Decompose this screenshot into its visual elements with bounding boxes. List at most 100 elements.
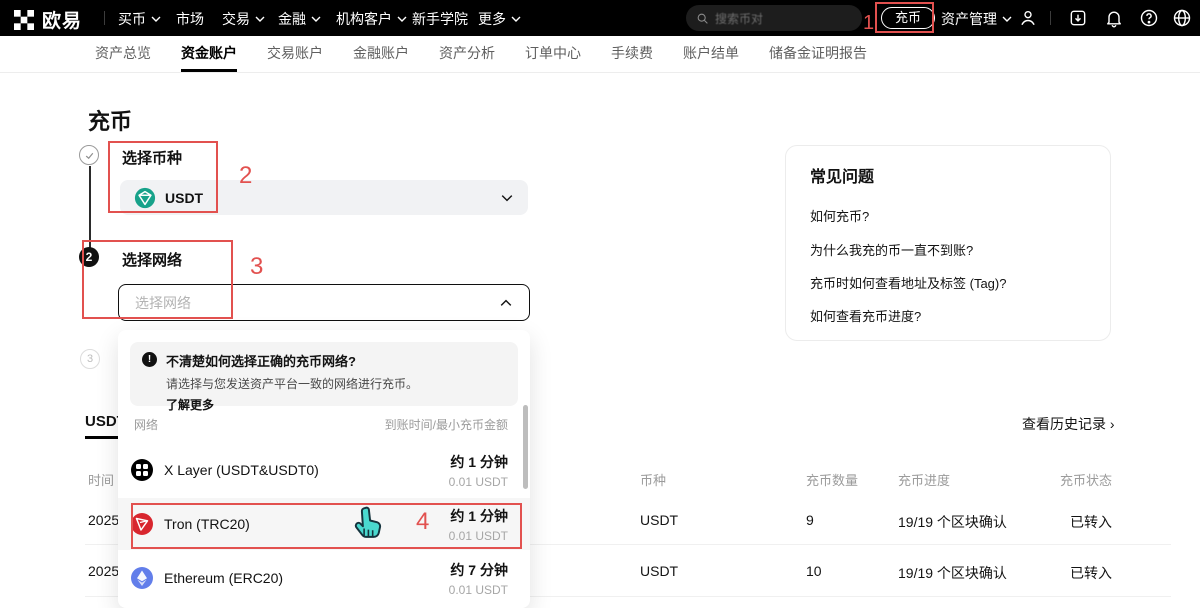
panel-scrollbar[interactable] bbox=[523, 405, 528, 489]
annotation-number-1: 1 bbox=[863, 12, 874, 35]
chevron-down-icon bbox=[511, 16, 521, 22]
network-dropdown-panel: ! 不清楚如何选择正确的充币网络? 请选择与您发送资产平台一致的网络进行充币。 … bbox=[118, 330, 530, 608]
faq-item-how-to-deposit[interactable]: 如何充币? bbox=[810, 206, 869, 225]
xlayer-icon bbox=[130, 458, 154, 482]
step1-label: 选择币种 bbox=[122, 147, 182, 168]
selected-coin-label: USDT bbox=[165, 190, 203, 206]
column-header-progress: 充币进度 bbox=[898, 470, 950, 489]
stepper-connector bbox=[89, 166, 91, 248]
subnav-item-funding-account[interactable]: 资金账户 bbox=[181, 36, 237, 72]
assets-menu[interactable]: 资产管理 bbox=[941, 9, 1012, 29]
history-cell-amount: 10 bbox=[806, 563, 822, 579]
arrival-time: 约 7 分钟 bbox=[449, 560, 508, 580]
network-select-input[interactable]: 选择网络 bbox=[118, 284, 530, 321]
subnav-item-assets-overview[interactable]: 资产总览 bbox=[95, 36, 151, 72]
nav-item-trade[interactable]: 交易 bbox=[222, 9, 265, 29]
nav-item-label: 机构客户 bbox=[336, 9, 392, 29]
network-name: Tron (TRC20) bbox=[164, 516, 250, 532]
faq-item-progress[interactable]: 如何查看充币进度? bbox=[810, 306, 921, 325]
history-cell-coin: USDT bbox=[640, 563, 678, 579]
subnav-item-asset-analysis[interactable]: 资产分析 bbox=[439, 36, 495, 72]
nav-item-institutions[interactable]: 机构客户 bbox=[336, 9, 407, 29]
column-header-time: 时间 bbox=[88, 470, 114, 489]
network-column-header: 网络 bbox=[134, 416, 158, 433]
nav-item-markets[interactable]: 市场 bbox=[176, 9, 204, 29]
profile-icon[interactable] bbox=[1018, 8, 1038, 28]
okx-logo[interactable]: 欧易 bbox=[14, 6, 82, 33]
subnav-item-statements[interactable]: 账户结单 bbox=[683, 36, 739, 72]
search-input[interactable]: 搜索币对 bbox=[686, 5, 862, 31]
step2-label: 选择网络 bbox=[122, 249, 182, 270]
search-icon bbox=[696, 12, 709, 25]
subnav-item-order-center[interactable]: 订单中心 bbox=[525, 36, 581, 72]
step2-number-circle: 2 bbox=[79, 247, 99, 267]
network-name: Ethereum (ERC20) bbox=[164, 570, 283, 586]
network-select-placeholder: 选择网络 bbox=[135, 293, 191, 313]
notice-title: 不清楚如何选择正确的充币网络? bbox=[166, 351, 418, 370]
step1-check-circle bbox=[79, 145, 99, 165]
subnav-item-fees[interactable]: 手续费 bbox=[611, 36, 653, 72]
nav-item-label: 更多 bbox=[478, 9, 506, 29]
time-column-header: 到账时间/最小充币金额 bbox=[385, 416, 508, 433]
chevron-down-icon bbox=[255, 16, 265, 22]
history-cell-progress: 19/19 个区块确认 bbox=[898, 563, 1007, 583]
network-row-ethereum[interactable]: Ethereum (ERC20) 约 7 分钟 0.01 USDT bbox=[118, 552, 530, 604]
history-cell-status: 已转入 bbox=[1022, 563, 1112, 583]
network-row-tron[interactable]: Tron (TRC20) 约 1 分钟 0.01 USDT bbox=[118, 498, 530, 550]
help-icon[interactable] bbox=[1139, 8, 1159, 28]
faq-item-address-tag[interactable]: 充币时如何查看地址及标签 (Tag)? bbox=[810, 273, 1006, 292]
view-history-link[interactable]: 查看历史记录 › bbox=[1022, 414, 1115, 434]
brand-name: 欧易 bbox=[42, 6, 82, 33]
okx-deposit-page: 欧易 买币 市场 交易 金融 机构客户 新手学院 更多 bbox=[0, 0, 1200, 608]
history-cell-status: 已转入 bbox=[1022, 512, 1112, 532]
annotation-number-3: 3 bbox=[250, 253, 263, 281]
nav-item-academy[interactable]: 新手学院 bbox=[412, 9, 468, 29]
min-deposit: 0.01 USDT bbox=[449, 529, 508, 543]
notifications-bell-icon[interactable] bbox=[1104, 8, 1124, 28]
nav-item-label: 买币 bbox=[118, 9, 146, 29]
network-row-xlayer[interactable]: X Layer (USDT&USDT0) 约 1 分钟 0.01 USDT bbox=[118, 444, 530, 496]
subnav-item-finance-account[interactable]: 金融账户 bbox=[353, 36, 409, 72]
topbar-divider bbox=[1050, 11, 1051, 25]
arrival-time: 约 1 分钟 bbox=[449, 452, 508, 472]
notice-description: 请选择与您发送资产平台一致的网络进行充币。 bbox=[166, 375, 418, 392]
nav-item-label: 新手学院 bbox=[412, 9, 468, 29]
download-app-icon[interactable] bbox=[1068, 8, 1088, 28]
history-tab-underline bbox=[85, 436, 119, 439]
network-notice-box: ! 不清楚如何选择正确的充币网络? 请选择与您发送资产平台一致的网络进行充币。 … bbox=[130, 342, 518, 406]
usdt-coin-icon bbox=[134, 187, 156, 209]
learn-more-link[interactable]: 了解更多 bbox=[166, 396, 214, 413]
subnav-item-trading-account[interactable]: 交易账户 bbox=[267, 36, 323, 72]
faq-title: 常见问题 bbox=[810, 163, 874, 187]
okx-logo-icon bbox=[14, 10, 34, 30]
nav-item-label: 市场 bbox=[176, 9, 204, 29]
account-subnav: 资产总览 资金账户 交易账户 金融账户 资产分析 订单中心 手续费 账户结单 储… bbox=[0, 36, 1200, 73]
history-cell-amount: 9 bbox=[806, 512, 814, 528]
nav-item-label: 交易 bbox=[222, 9, 250, 29]
nav-item-label: 金融 bbox=[278, 9, 306, 29]
network-list-headers: 网络 到账时间/最小充币金额 bbox=[134, 416, 508, 433]
info-icon: ! bbox=[142, 352, 157, 367]
check-icon bbox=[84, 150, 95, 161]
arrival-time: 约 1 分钟 bbox=[449, 506, 508, 526]
column-header-amount: 充币数量 bbox=[806, 470, 858, 489]
chevron-down-icon bbox=[311, 16, 321, 22]
faq-item-not-arrived[interactable]: 为什么我充的币一直不到账? bbox=[810, 240, 973, 259]
subnav-item-proof-of-reserves[interactable]: 储备金证明报告 bbox=[769, 36, 867, 72]
chevron-down-icon bbox=[151, 16, 161, 22]
nav-item-finance[interactable]: 金融 bbox=[278, 9, 321, 29]
nav-item-more[interactable]: 更多 bbox=[478, 9, 521, 29]
tron-icon bbox=[130, 512, 154, 536]
column-header-status: 充币状态 bbox=[1022, 470, 1112, 489]
chevron-down-icon bbox=[500, 194, 514, 202]
top-navbar: 欧易 买币 市场 交易 金融 机构客户 新手学院 更多 bbox=[0, 0, 1200, 36]
coin-select[interactable]: USDT bbox=[120, 180, 528, 215]
ethereum-icon bbox=[130, 566, 154, 590]
nav-item-buy[interactable]: 买币 bbox=[118, 9, 161, 29]
search-placeholder: 搜索币对 bbox=[715, 10, 763, 27]
deposit-button[interactable]: 充币 bbox=[881, 7, 935, 29]
chevron-down-icon bbox=[397, 16, 407, 22]
column-header-coin: 币种 bbox=[640, 470, 666, 489]
language-globe-icon[interactable] bbox=[1172, 8, 1192, 28]
page-title: 充币 bbox=[88, 104, 132, 136]
